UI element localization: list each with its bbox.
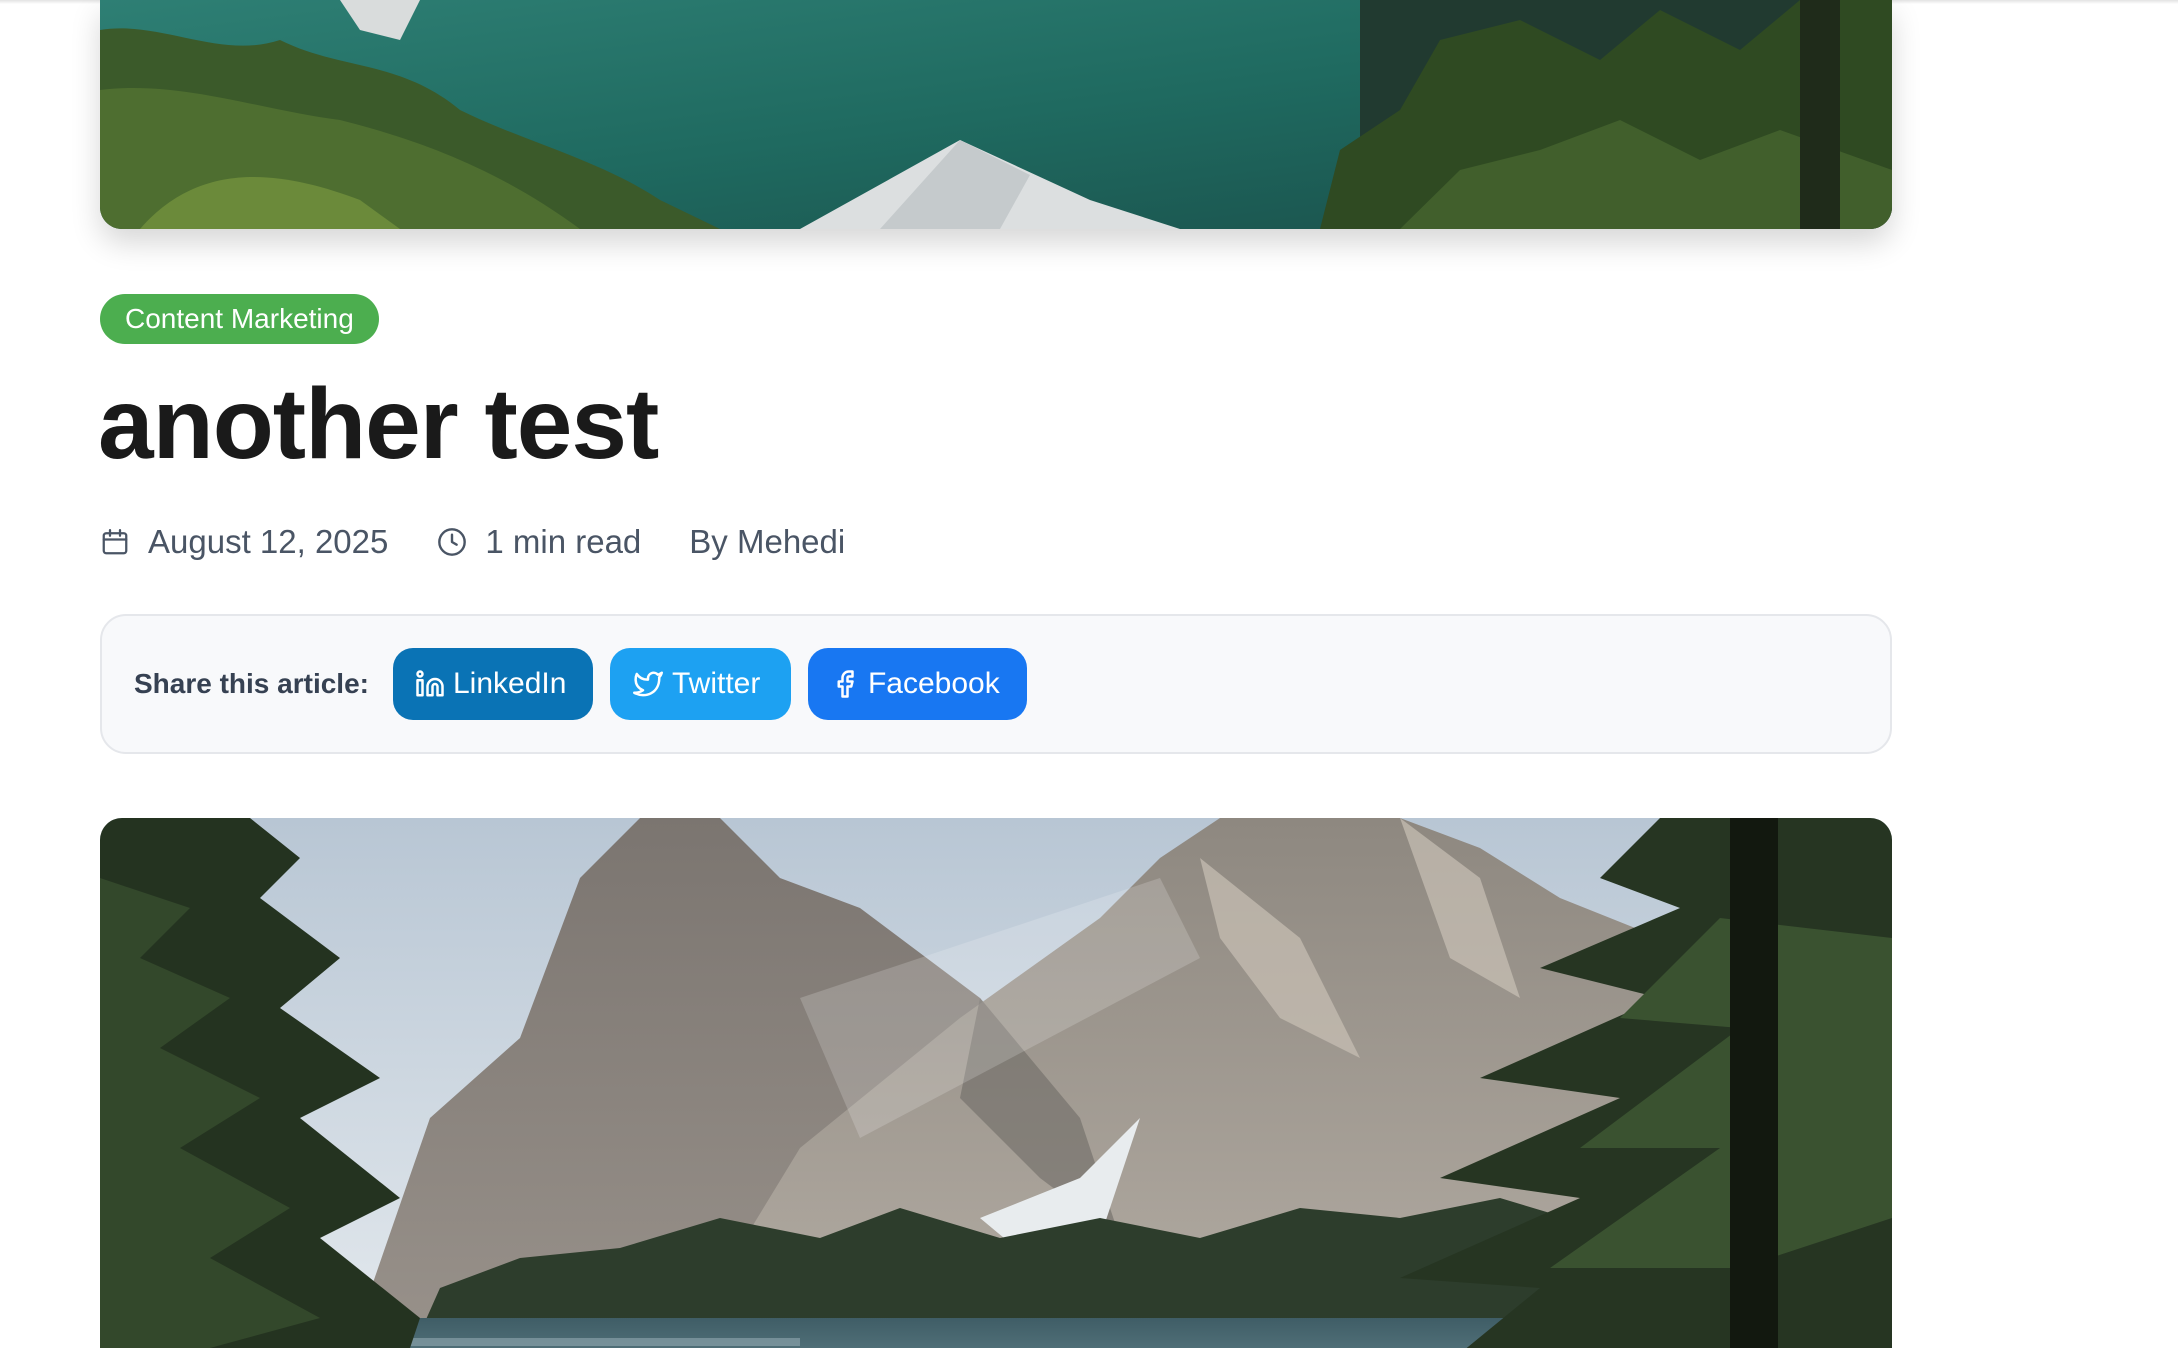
post-title: another test bbox=[98, 368, 659, 480]
clock-icon bbox=[436, 526, 468, 558]
twitter-icon bbox=[632, 669, 664, 699]
post-author: By Mehedi bbox=[689, 523, 846, 560]
share-linkedin-label: LinkedIn bbox=[452, 667, 567, 700]
share-linkedin-button[interactable]: LinkedIn bbox=[392, 648, 593, 720]
facebook-icon bbox=[830, 669, 860, 699]
featured-image bbox=[100, 0, 1892, 229]
share-twitter-button[interactable]: Twitter bbox=[609, 648, 791, 720]
content-image bbox=[100, 818, 1892, 1348]
share-box: Share this article: LinkedIn Twitter Fac… bbox=[100, 614, 1892, 754]
calendar-icon bbox=[100, 526, 130, 558]
blog-post-page: Content Marketing another test August 12… bbox=[0, 0, 2178, 1348]
read-time: 1 min read bbox=[485, 523, 642, 560]
post-date: August 12, 2025 bbox=[148, 523, 389, 560]
share-twitter-label: Twitter bbox=[671, 667, 761, 700]
share-facebook-button[interactable]: Facebook bbox=[807, 648, 1027, 720]
linkedin-icon bbox=[415, 669, 445, 699]
category-badge[interactable]: Content Marketing bbox=[100, 294, 379, 344]
post-meta: August 12, 2025 1 min read By Mehedi bbox=[100, 518, 845, 566]
share-label: Share this article: bbox=[134, 668, 369, 699]
share-facebook-label: Facebook bbox=[867, 667, 1000, 700]
